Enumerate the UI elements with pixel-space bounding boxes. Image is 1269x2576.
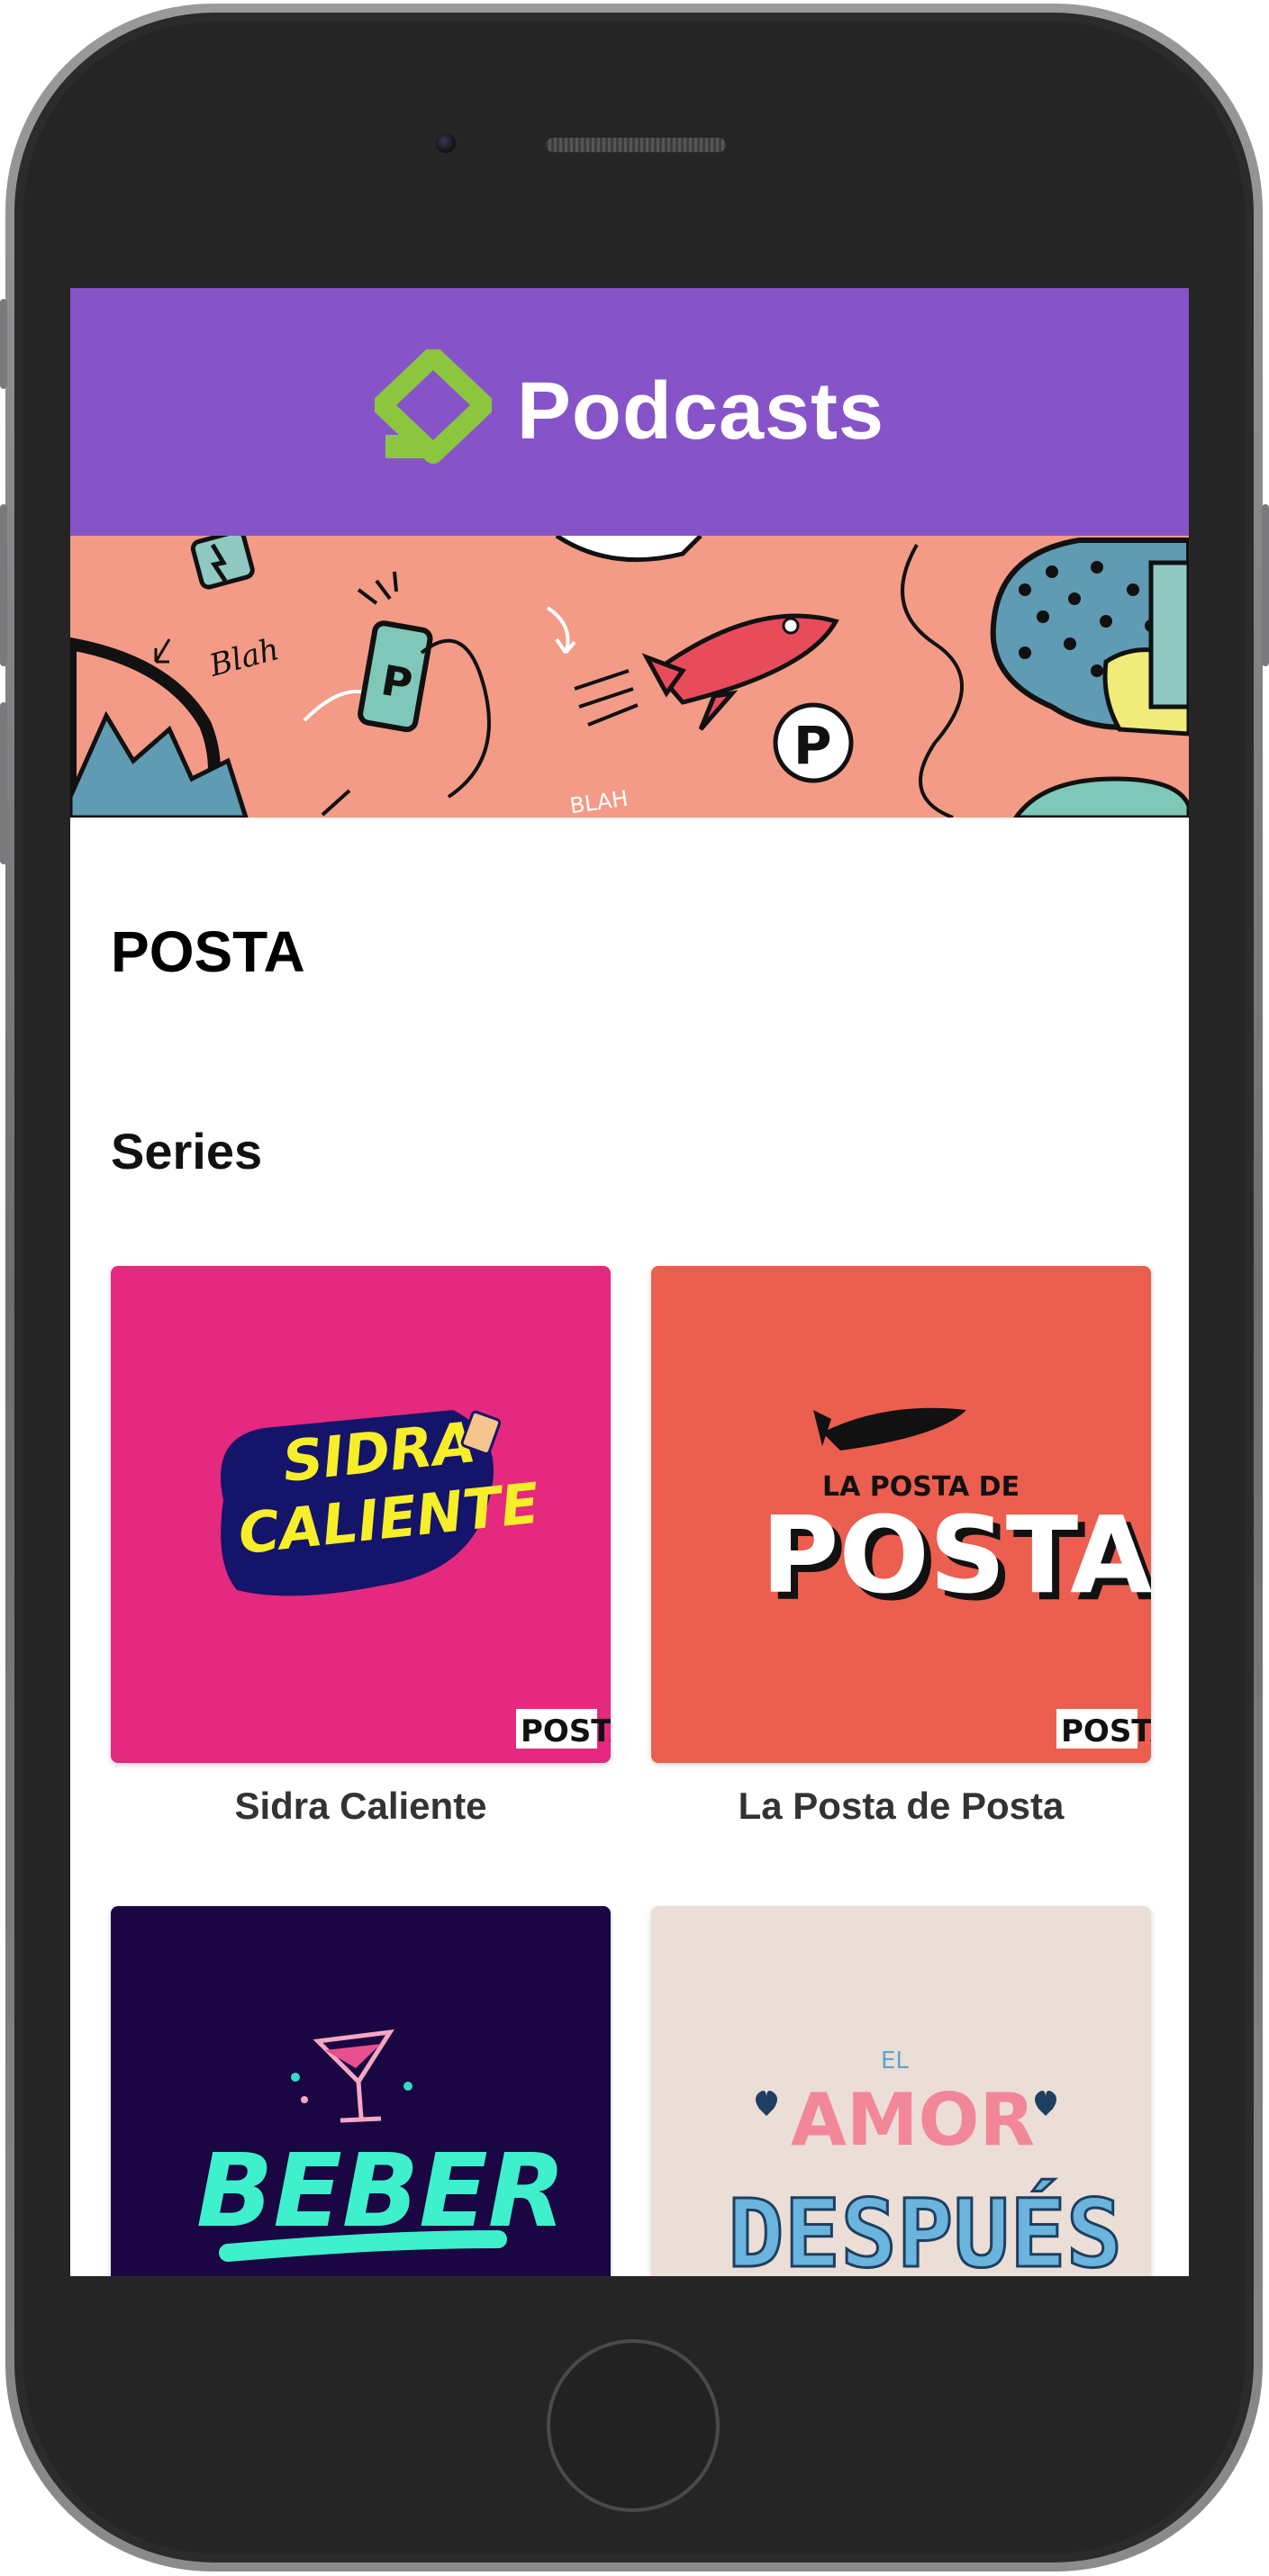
volume-up-button: [0, 504, 7, 666]
section-title: Series: [111, 1123, 263, 1180]
front-camera: [436, 133, 456, 153]
app-header: Podcasts: [70, 288, 1189, 536]
art-text-despues: DESPUÉS: [728, 2179, 1122, 2276]
home-button[interactable]: [547, 2339, 720, 2512]
mute-switch: [0, 299, 7, 389]
hero-banner: Blah P P BLAH: [70, 529, 1189, 824]
series-card-sidra-caliente[interactable]: SIDRA CALIENTE POSTA Sidra Caliente: [111, 1266, 611, 1828]
art-text-el: EL: [881, 2047, 909, 2074]
series-card-beber[interactable]: BEBER: [111, 1906, 611, 2276]
app-title: Podcasts: [516, 366, 885, 456]
banner-illustration: Blah P P BLAH: [70, 529, 1189, 824]
posta-badge: POSTA: [1061, 1713, 1151, 1749]
app-screen: Podcasts Blah P P BLAH POSTA Series SIDR…: [70, 288, 1189, 2276]
podcasts-logo-icon[interactable]: [374, 348, 492, 475]
series-artwork[interactable]: EL AMOR DESPUÉS: [651, 1906, 1151, 2276]
posta-badge: POSTA: [521, 1713, 611, 1749]
series-artwork[interactable]: LA POSTA DE POSTA POSTA POSTA: [651, 1266, 1151, 1763]
art-text-beber: BEBER: [196, 2133, 566, 2250]
series-artwork[interactable]: SIDRA CALIENTE POSTA: [111, 1266, 611, 1763]
volume-down-button: [0, 702, 7, 864]
power-button: [1262, 504, 1269, 666]
art-text-amor: AMOR: [791, 2078, 1035, 2162]
series-title[interactable]: Sidra Caliente: [111, 1785, 611, 1828]
page-title: POSTA: [111, 919, 305, 984]
art-text-posta: POSTA: [761, 1493, 1151, 1617]
series-title[interactable]: La Posta de Posta: [651, 1785, 1151, 1828]
series-artwork[interactable]: BEBER: [111, 1906, 611, 2276]
banner-doodle-p2: P: [793, 715, 832, 776]
earpiece-speaker: [546, 138, 726, 152]
series-card-la-posta-de-posta[interactable]: LA POSTA DE POSTA POSTA POSTA La Posta d…: [651, 1266, 1151, 1828]
series-card-el-amor-despues[interactable]: EL AMOR DESPUÉS: [651, 1906, 1151, 2276]
